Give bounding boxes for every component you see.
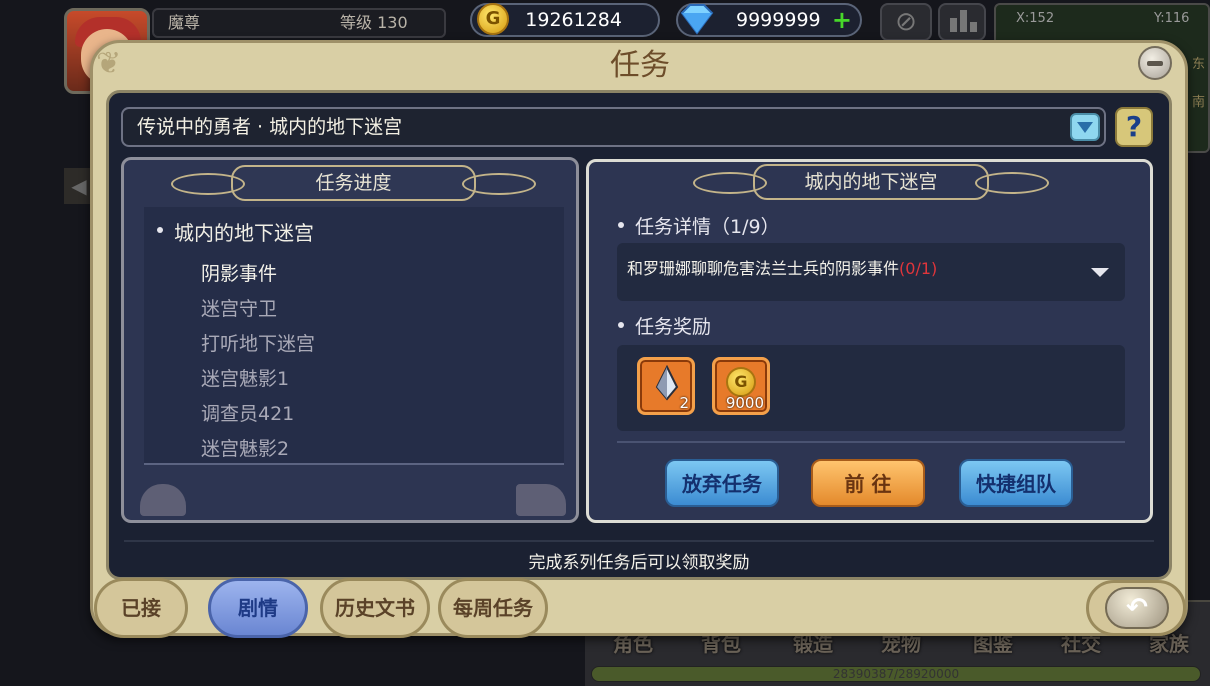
gold-amount: 19261284 [525, 9, 622, 31]
add-diamonds-button[interactable]: + [832, 7, 852, 33]
back-arrow-icon: ↶ [1105, 587, 1169, 629]
quest-chain-selected: 传说中的勇者 · 城内的地下迷宫 [137, 116, 403, 138]
progress-item[interactable]: 阴影事件 [201, 259, 277, 286]
tab-story[interactable]: 剧情 [208, 578, 308, 638]
xp-text: 28390387/28920000 [832, 667, 960, 681]
progress-item[interactable]: 打听地下迷宫 [201, 329, 315, 356]
gold-coin-icon: G [726, 367, 756, 397]
close-button[interactable] [1138, 46, 1172, 80]
go-to-button[interactable]: 前 往 [811, 459, 925, 507]
hide-ui-icon[interactable]: ⊘ [880, 3, 932, 41]
reward-list: 2 G 9000 [617, 345, 1125, 431]
progress-title: 任务进度 [171, 165, 536, 201]
task-details-header: 任务详情（1/9） [635, 216, 780, 238]
expand-arrow-icon[interactable] [1091, 268, 1109, 277]
detail-divider [617, 441, 1125, 443]
player-info-bar: 魔尊 等级 130 [152, 8, 446, 38]
panel-title: 任务 [610, 48, 670, 83]
gold-coin-icon: G [477, 3, 509, 35]
abandon-quest-button[interactable]: 放弃任务 [665, 459, 779, 507]
map-x: X:152 [1016, 11, 1055, 26]
quest-chain-select[interactable]: 传说中的勇者 · 城内的地下迷宫 [121, 107, 1106, 147]
bullet-icon [618, 322, 624, 328]
quest-detail-box: 城内的地下迷宫 任务详情（1/9） 和罗珊娜聊聊危害法兰士兵的阴影事件(0/1)… [586, 159, 1153, 523]
mushroom-house-icon [140, 484, 186, 516]
detail-title: 城内的地下迷宫 [693, 164, 1049, 200]
tab-accepted[interactable]: 已接 [94, 578, 188, 638]
reward-item[interactable]: G 9000 [712, 357, 770, 415]
task-objective-text: 和罗珊娜聊聊危害法兰士兵的阴影事件 [627, 259, 900, 278]
task-objective-row[interactable]: 和罗珊娜聊聊危害法兰士兵的阴影事件(0/1) [617, 243, 1125, 301]
reward-count: 2 [679, 394, 689, 412]
progress-item[interactable]: 调查员421 [201, 399, 294, 426]
progress-item[interactable]: 迷宫守卫 [201, 294, 277, 321]
bullet-icon [157, 227, 163, 233]
map-south-label: 南 [1192, 95, 1206, 110]
player-level: 130 [377, 13, 408, 32]
diamond-icon [680, 4, 714, 35]
map-east-label: 东 [1192, 57, 1206, 72]
level-label: 等级 [340, 13, 373, 32]
diamond-amount: 9999999 [736, 9, 821, 31]
task-reward-header: 任务奖励 [635, 316, 712, 338]
back-button[interactable]: ↶ [1086, 580, 1186, 636]
castle-silhouette-icon [516, 484, 566, 516]
tab-weekly[interactable]: 每周任务 [438, 578, 548, 638]
quick-team-button[interactable]: 快捷组队 [959, 459, 1073, 507]
progress-divider [144, 463, 564, 465]
bullet-icon [618, 222, 624, 228]
ranking-icon[interactable] [938, 3, 986, 41]
progress-item[interactable]: 迷宫魅影1 [201, 364, 289, 391]
player-name: 魔尊 [168, 13, 201, 32]
chevron-down-icon[interactable] [1070, 113, 1100, 141]
progress-chapter: 城内的地下迷宫 [174, 221, 314, 245]
reward-hint: 完成系列任务后可以领取奖励 [528, 553, 750, 573]
experience-bar: 28390387/28920000 [591, 666, 1201, 682]
tab-history[interactable]: 历史文书 [320, 578, 430, 638]
panel-corner-ornament: ❦ [96, 46, 122, 81]
footer-divider [124, 540, 1154, 542]
reward-count: 9000 [725, 394, 764, 412]
map-y: Y:116 [1154, 11, 1190, 26]
help-button[interactable]: ? [1115, 107, 1153, 147]
progress-item[interactable]: 迷宫魅影2 [201, 434, 289, 461]
reward-item[interactable]: 2 [637, 357, 695, 415]
quest-progress-box: 任务进度 城内的地下迷宫 阴影事件 迷宫守卫 打听地下迷宫 迷宫魅影1 调查员4… [121, 157, 579, 523]
task-objective-count: (0/1) [899, 259, 938, 278]
